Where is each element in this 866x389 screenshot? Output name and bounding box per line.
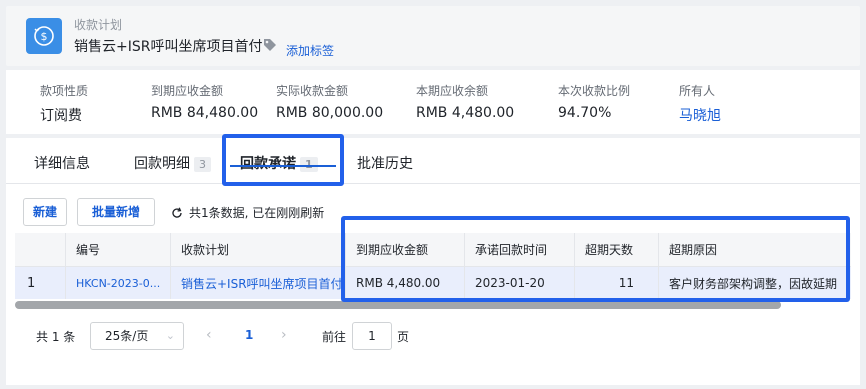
summary-panel: 款项性质 订阅费 到期应收金额 RMB 84,480.00 实际收款金额 RMB… xyxy=(6,70,860,134)
payment-plan-icon: $ xyxy=(26,18,62,54)
refresh-text: 共1条数据, 已在刚刚刷新 xyxy=(189,206,325,220)
record-type-label: 收款计划 xyxy=(74,18,123,32)
refresh-status: 共1条数据, 已在刚刚刷新 xyxy=(171,204,324,221)
page-size-value: 25条/页 xyxy=(105,329,149,343)
highlight-box-tab xyxy=(222,134,344,186)
summary-label: 到期应收金额 xyxy=(151,84,224,98)
summary-label: 本期应收余额 xyxy=(416,84,489,98)
summary-item-due-amount: 到期应收金额 RMB 84,480.00 xyxy=(151,82,258,121)
next-page-icon[interactable]: › xyxy=(281,327,287,343)
summary-label: 实际收款金额 xyxy=(276,84,349,98)
batch-new-button[interactable]: 批量新增 xyxy=(77,198,155,226)
row-plan-link[interactable]: 销售云+ISR呼叫坐席项目首付 xyxy=(171,267,346,299)
summary-label: 所有人 xyxy=(679,84,716,98)
page-title: 销售云+ISR呼叫坐席项目首付 xyxy=(74,39,263,55)
tab-label: 批准历史 xyxy=(357,156,413,172)
tab-payment-details[interactable]: 回款明细 3 xyxy=(134,153,211,173)
header-cell-number[interactable]: 编号 xyxy=(66,233,171,266)
goto-page-input[interactable]: 1 xyxy=(352,322,392,350)
current-page[interactable]: 1 xyxy=(245,328,253,342)
summary-item-received-amount: 实际收款金额 RMB 80,000.00 xyxy=(276,82,383,121)
header-cell-plan[interactable]: 收款计划 xyxy=(171,233,346,266)
main-panel: 详细信息 回款明细3 回款承诺1 批准历史 新建 批量新增 共1条数据, 已在刚… xyxy=(6,134,860,385)
refresh-icon[interactable] xyxy=(171,207,183,219)
prev-page-icon[interactable]: ‹ xyxy=(206,327,212,343)
summary-label: 款项性质 xyxy=(40,84,89,98)
goto-unit: 页 xyxy=(397,330,410,344)
total-count: 共 1 条 xyxy=(36,330,76,344)
row-index: 1 xyxy=(15,267,66,299)
chevron-down-icon: ⌄ xyxy=(165,329,175,342)
tab-details[interactable]: 详细信息 xyxy=(34,153,90,173)
new-button[interactable]: 新建 xyxy=(23,198,67,226)
goto-label: 前往 xyxy=(322,330,347,344)
header-cell-index xyxy=(15,233,66,266)
owner-link[interactable]: 马晓旭 xyxy=(679,105,721,125)
add-tag-link[interactable]: 添加标签 xyxy=(286,42,334,59)
record-header: $ 收款计划 销售云+ISR呼叫坐席项目首付 添加标签 xyxy=(6,6,860,66)
highlight-box-columns xyxy=(341,216,850,302)
summary-value: 订阅费 xyxy=(40,108,82,124)
horizontal-scrollbar[interactable] xyxy=(15,301,781,309)
summary-label: 本次收款比例 xyxy=(558,84,631,98)
summary-value: RMB 84,480.00 xyxy=(151,105,259,121)
page-size-select[interactable]: 25条/页 ⌄ xyxy=(90,322,184,350)
summary-item-balance: 本期应收余额 RMB 4,480.00 xyxy=(416,82,514,121)
tag-icon[interactable] xyxy=(262,37,278,53)
tab-bar: 详细信息 回款明细3 回款承诺1 批准历史 xyxy=(6,138,860,184)
summary-value: RMB 4,480.00 xyxy=(416,105,515,121)
tab-count-badge: 3 xyxy=(194,157,211,172)
tab-label: 详细信息 xyxy=(34,156,90,172)
summary-value: 94.70% xyxy=(558,105,612,121)
summary-item-payment-nature: 款项性质 订阅费 xyxy=(40,82,88,125)
pagination: 共 1 条 25条/页 ⌄ ‹ 1 › 前往 1 页 xyxy=(6,319,860,353)
summary-item-ratio: 本次收款比例 94.70% xyxy=(558,82,630,121)
svg-text:$: $ xyxy=(41,30,48,43)
summary-value: RMB 80,000.00 xyxy=(276,105,384,121)
tab-label: 回款明细 xyxy=(134,156,190,172)
summary-item-owner: 所有人 马晓旭 xyxy=(679,82,721,125)
tab-approval-history[interactable]: 批准历史 xyxy=(357,153,413,173)
row-number-link[interactable]: HKCN-2023-0... xyxy=(66,267,171,299)
